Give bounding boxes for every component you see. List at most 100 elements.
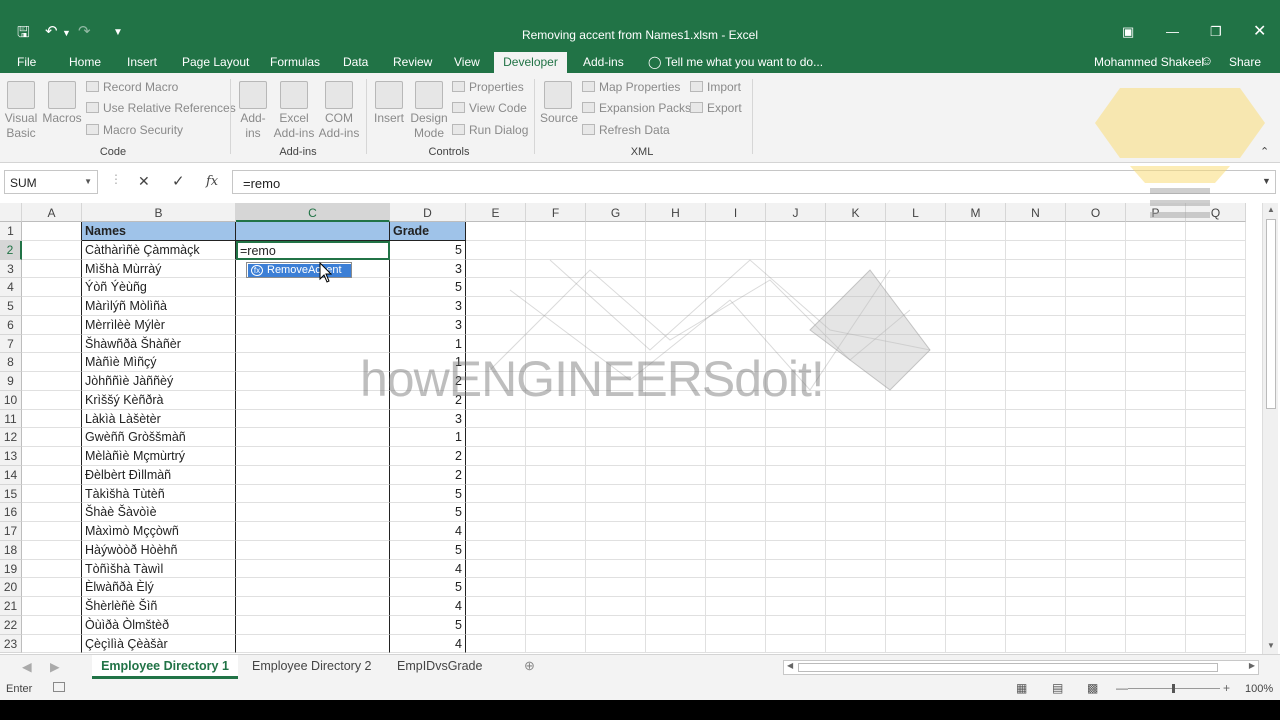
share-button[interactable]: Share (1229, 55, 1261, 69)
row-header-12[interactable]: 12 (0, 428, 22, 447)
cell[interactable] (826, 597, 886, 616)
cell[interactable] (1186, 559, 1246, 579)
cell[interactable] (946, 372, 1006, 391)
cell[interactable] (1186, 465, 1246, 485)
cell[interactable] (466, 540, 526, 560)
cell[interactable] (826, 484, 886, 504)
row-header-11[interactable]: 11 (0, 409, 22, 429)
cell[interactable] (646, 465, 706, 485)
cell[interactable] (706, 428, 766, 447)
cell[interactable] (1006, 390, 1066, 410)
cell[interactable] (706, 522, 766, 541)
cell[interactable] (526, 597, 586, 616)
cell[interactable] (22, 578, 82, 597)
cell[interactable] (646, 447, 706, 466)
cell[interactable] (1186, 353, 1246, 372)
cell[interactable] (466, 428, 526, 447)
add-ins-button[interactable]: Add- ins (236, 81, 270, 141)
cell[interactable] (1186, 240, 1246, 260)
cell[interactable] (766, 522, 826, 541)
cell[interactable] (946, 597, 1006, 616)
cell[interactable] (646, 559, 706, 579)
cell[interactable] (1126, 372, 1186, 391)
cell[interactable] (946, 240, 1006, 260)
name-cell[interactable]: Jòhññìè Jàññèý (82, 372, 236, 391)
cell[interactable] (22, 278, 82, 297)
cell[interactable] (236, 540, 390, 560)
cell[interactable] (706, 559, 766, 579)
name-box[interactable]: SUM ▼ (4, 170, 98, 194)
grade-cell[interactable]: 3 (390, 297, 466, 316)
cell[interactable] (236, 447, 390, 466)
cell[interactable] (706, 634, 766, 654)
cell[interactable] (526, 578, 586, 597)
grade-cell[interactable]: 2 (390, 465, 466, 485)
name-cell[interactable]: Hàýwòòð Hòèhñ (82, 540, 236, 560)
cell[interactable] (646, 409, 706, 429)
tell-me-box[interactable]: Tell me what you want to do... (665, 55, 823, 69)
cell[interactable] (466, 522, 526, 541)
cell[interactable] (1066, 522, 1126, 541)
cell[interactable] (946, 259, 1006, 279)
run-dialog-button[interactable]: Run Dialog (452, 123, 528, 137)
cell[interactable] (886, 447, 946, 466)
name-cell[interactable]: Ðèlbèrt Ðìllmàñ (82, 465, 236, 485)
cell[interactable] (946, 559, 1006, 579)
cell[interactable] (526, 447, 586, 466)
cell[interactable] (22, 465, 82, 485)
cell[interactable] (706, 615, 766, 635)
grade-cell[interactable]: 5 (390, 484, 466, 504)
cell[interactable] (1006, 240, 1066, 260)
cell[interactable] (1006, 222, 1066, 241)
cell[interactable] (586, 465, 646, 485)
cell[interactable] (22, 634, 82, 654)
cell[interactable] (766, 634, 826, 654)
grade-cell[interactable]: 3 (390, 259, 466, 279)
cell[interactable] (1006, 559, 1066, 579)
cell[interactable] (586, 222, 646, 241)
cell[interactable] (826, 578, 886, 597)
cell[interactable] (1126, 615, 1186, 635)
cell[interactable] (646, 634, 706, 654)
cell[interactable] (766, 447, 826, 466)
grade-cell[interactable]: 5 (390, 240, 466, 260)
cell[interactable] (946, 634, 1006, 654)
cell[interactable] (466, 634, 526, 654)
name-cell[interactable]: Làkìà Làšètèr (82, 409, 236, 429)
cell[interactable] (886, 428, 946, 447)
name-cell[interactable]: Šhàè Šàvòìè (82, 503, 236, 522)
import-button[interactable]: Import (690, 80, 741, 94)
cell[interactable] (1066, 334, 1126, 354)
cell[interactable] (1066, 353, 1126, 372)
cell[interactable] (1186, 259, 1246, 279)
cell[interactable] (22, 540, 82, 560)
cell[interactable] (236, 634, 390, 654)
cell[interactable] (826, 409, 886, 429)
cell[interactable] (1126, 465, 1186, 485)
grade-cell[interactable]: 5 (390, 540, 466, 560)
cell[interactable] (526, 222, 586, 241)
active-cell-c2[interactable]: =remo (236, 240, 390, 260)
scroll-left-icon[interactable]: ◀ (787, 661, 793, 670)
cell[interactable] (236, 578, 390, 597)
cell[interactable] (1186, 409, 1246, 429)
row-header-17[interactable]: 17 (0, 522, 22, 541)
cell[interactable] (22, 559, 82, 579)
user-name[interactable]: Mohammed Shakeel (1094, 55, 1204, 69)
cell[interactable] (1186, 315, 1246, 335)
cell[interactable] (586, 428, 646, 447)
cell[interactable] (466, 222, 526, 241)
next-sheet-icon[interactable]: ▶ (50, 659, 60, 674)
cell[interactable] (586, 615, 646, 635)
cell[interactable] (586, 409, 646, 429)
insert-control-button[interactable]: Insert (372, 81, 406, 126)
sheet-tab[interactable]: EmpIDvsGrade (397, 659, 482, 673)
map-properties-button[interactable]: Map Properties (582, 80, 680, 94)
grade-cell[interactable]: 5 (390, 578, 466, 597)
row-header-4[interactable]: 4 (0, 278, 22, 297)
cell[interactable] (1006, 634, 1066, 654)
grade-cell[interactable]: 4 (390, 634, 466, 654)
cell[interactable] (1066, 615, 1126, 635)
autocomplete-item-removeaccent[interactable]: fx RemoveAccent (248, 264, 351, 277)
name-cell[interactable]: Mèlàñìè Mçmùrtrý (82, 447, 236, 466)
